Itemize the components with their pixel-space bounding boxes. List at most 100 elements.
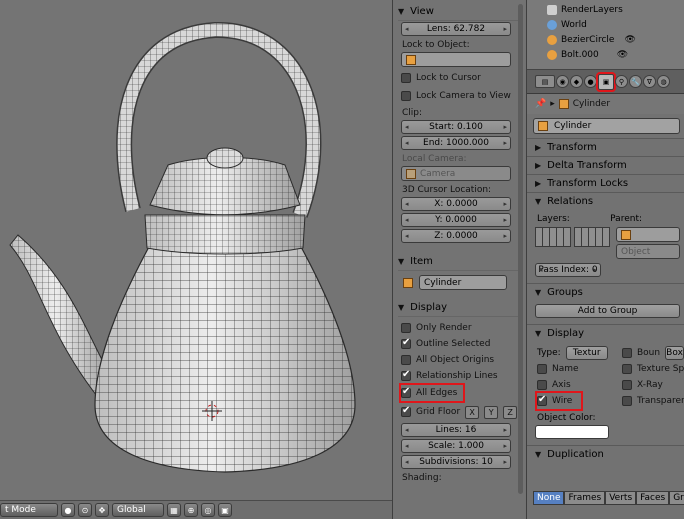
eye-icon[interactable]: 👁 — [624, 35, 635, 45]
relationship-lines-checkbox[interactable] — [401, 369, 411, 381]
layer-block-right[interactable] — [574, 227, 610, 247]
relations-section-title: Relations — [547, 196, 594, 207]
transform-section-header[interactable]: ▶ Transform — [527, 138, 684, 156]
wire-row[interactable]: Wire — [535, 391, 583, 411]
display-section-header[interactable]: ▼ Display — [527, 324, 684, 342]
world-context-icon[interactable]: ● — [584, 75, 597, 88]
all-edges-checkbox[interactable] — [401, 386, 411, 398]
orientation-dropdown[interactable]: Global — [112, 503, 164, 517]
axis-x-toggle[interactable]: X — [465, 405, 480, 419]
axis-row[interactable]: Axis — [537, 377, 618, 393]
outliner-item[interactable]: Bolt.000 👁 — [547, 47, 684, 62]
layers-icon[interactable]: ▦ — [167, 503, 181, 517]
item-name-field[interactable]: Cylinder — [419, 275, 507, 290]
parent-type-field[interactable]: Object — [616, 244, 680, 259]
panel-scrollbar[interactable] — [518, 4, 523, 494]
only-render-checkbox[interactable] — [401, 323, 411, 333]
clip-end-field[interactable]: End: 1000.000 — [401, 136, 511, 150]
cursor-x-field[interactable]: X: 0.0000 — [401, 197, 511, 211]
lock-camera-checkbox[interactable] — [401, 91, 411, 101]
dup-tab-frames[interactable]: Frames — [564, 491, 606, 505]
grid-floor-row[interactable]: Grid Floor X Y Z — [401, 404, 518, 420]
outline-selected-checkbox[interactable] — [401, 337, 411, 349]
data-context-icon[interactable]: ∇ — [643, 75, 656, 88]
lock-to-object-field[interactable] — [401, 52, 511, 67]
relations-section-header[interactable]: ▼ Relations — [527, 192, 684, 210]
transparency-row[interactable]: Transparenc — [622, 393, 684, 409]
axis-y-toggle[interactable]: Y — [484, 405, 499, 419]
all-edges-row[interactable]: All Edges — [399, 383, 465, 403]
dup-tab-group[interactable]: Gro — [669, 491, 684, 505]
duplication-section-header[interactable]: ▼ Duplication — [527, 445, 684, 463]
eye-icon[interactable]: 👁 — [617, 50, 628, 60]
grid-subdivisions-field[interactable]: Subdivisions: 10 — [401, 455, 511, 469]
outliner-item[interactable]: RenderLayers — [547, 2, 684, 17]
pass-index-field[interactable]: Pass Index: 0 — [535, 263, 601, 277]
proportional-edit-icon[interactable]: ◎ — [201, 503, 215, 517]
snap-icon[interactable]: ⊕ — [184, 503, 198, 517]
dup-tab-none[interactable]: None — [533, 491, 565, 505]
pivot-icon[interactable]: ⊙ — [78, 503, 92, 517]
render-icon[interactable]: ▣ — [218, 503, 232, 517]
texture-space-checkbox[interactable] — [622, 364, 632, 374]
lock-camera-row[interactable]: Lock Camera to View — [401, 88, 518, 104]
groups-section-header[interactable]: ▼ Groups — [527, 283, 684, 301]
outline-selected-row[interactable]: Outline Selected — [401, 336, 518, 352]
parent-field[interactable] — [616, 227, 680, 242]
clip-start-field[interactable]: Start: 0.100 — [401, 120, 511, 134]
3d-viewport[interactable] — [0, 0, 392, 500]
pin-icon[interactable]: 📌 — [535, 99, 546, 109]
all-object-origins-row[interactable]: All Object Origins — [401, 352, 518, 368]
texture-space-row[interactable]: Texture Spac — [622, 361, 684, 377]
grid-floor-checkbox[interactable] — [401, 405, 411, 417]
constraints-context-icon[interactable]: ⚲ — [615, 75, 628, 88]
cursor-y-field[interactable]: Y: 0.0000 — [401, 213, 511, 227]
material-context-icon[interactable]: ◍ — [657, 75, 670, 88]
bounds-row[interactable]: Boun Box — [622, 345, 684, 361]
name-checkbox[interactable] — [537, 364, 547, 374]
delta-transform-section-header[interactable]: ▶ Delta Transform — [527, 156, 684, 174]
transparency-checkbox[interactable] — [622, 396, 632, 406]
manipulator-icon[interactable]: ✥ — [95, 503, 109, 517]
lock-to-cursor-checkbox[interactable] — [401, 73, 411, 83]
axis-z-toggle[interactable]: Z — [503, 405, 518, 419]
layer-grid[interactable] — [535, 227, 610, 259]
dup-tab-verts[interactable]: Verts — [605, 491, 637, 505]
dup-tab-faces[interactable]: Faces — [636, 491, 670, 505]
display-panel-header[interactable]: ▼ Display — [398, 299, 518, 317]
relationship-lines-row[interactable]: Relationship Lines — [401, 368, 518, 384]
mode-dropdown[interactable]: t Mode — [0, 503, 58, 517]
local-camera-field[interactable]: Camera — [401, 166, 511, 181]
clip-label: Clip: — [402, 108, 423, 118]
item-panel-header[interactable]: ▼ Item — [398, 253, 518, 271]
object-color-swatch[interactable] — [535, 425, 609, 439]
lens-field[interactable]: Lens: 62.782 — [401, 22, 511, 36]
editor-type-icon[interactable]: ▤ — [535, 75, 555, 88]
grid-lines-field[interactable]: Lines: 16 — [401, 423, 511, 437]
display-type-dropdown[interactable]: Textur — [565, 346, 608, 360]
bounds-checkbox[interactable] — [622, 348, 632, 358]
modifiers-context-icon[interactable]: 🔧 — [629, 75, 642, 88]
transform-locks-section-header[interactable]: ▶ Transform Locks — [527, 174, 684, 192]
outliner-item[interactable]: BezierCircle 👁 — [547, 32, 684, 47]
viewport-shading-icon[interactable]: ● — [61, 503, 75, 517]
axis-checkbox[interactable] — [537, 380, 547, 390]
outliner-item[interactable]: World — [547, 17, 684, 32]
xray-checkbox[interactable] — [622, 380, 632, 390]
view-panel-header[interactable]: ▼ View — [398, 3, 518, 21]
grid-scale-field[interactable]: Scale: 1.000 — [401, 439, 511, 453]
xray-row[interactable]: X-Ray — [622, 377, 684, 393]
object-name-field[interactable]: Cylinder — [533, 118, 680, 134]
all-object-origins-checkbox[interactable] — [401, 355, 411, 365]
object-context-icon[interactable]: ▣ — [596, 71, 616, 92]
add-to-group-button[interactable]: Add to Group — [535, 304, 680, 318]
wire-checkbox[interactable] — [537, 394, 547, 406]
name-row[interactable]: Name — [537, 361, 618, 377]
render-context-icon[interactable]: ◉ — [556, 75, 569, 88]
only-render-row[interactable]: Only Render — [401, 320, 518, 336]
lock-to-cursor-row[interactable]: Lock to Cursor — [401, 70, 518, 86]
scene-context-icon[interactable]: ◆ — [570, 75, 583, 88]
layer-block-left[interactable] — [535, 227, 571, 247]
cursor-z-field[interactable]: Z: 0.0000 — [401, 229, 511, 243]
bounds-type-dropdown[interactable]: Box — [665, 346, 684, 360]
